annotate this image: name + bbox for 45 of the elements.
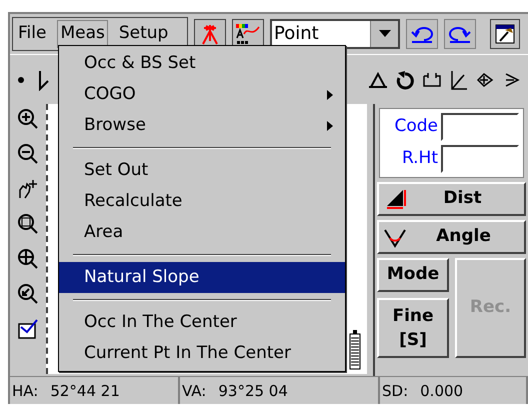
menu-item[interactable]: COGO [59,79,345,110]
slope-distance-icon [385,188,407,210]
pan-hand-icon[interactable] [17,178,40,200]
tools-icon[interactable] [490,19,520,49]
zoom-out-icon[interactable] [17,143,40,165]
redo-icon[interactable] [444,19,476,49]
menu-bar-item[interactable]: Setup [116,21,170,47]
status-value: 93°25 04 [218,380,288,402]
fine-button[interactable]: Fine [S] [377,298,449,358]
zoom-window-icon[interactable] [17,213,40,235]
line-icon[interactable] [38,68,50,90]
mode-select-value: Point [273,22,320,46]
zoom-previous-icon[interactable] [17,283,40,305]
mode-select[interactable]: Point [270,19,400,49]
zoom-in-icon[interactable] [17,108,40,130]
point-icon[interactable] [18,76,24,82]
angle-pen-icon[interactable] [450,68,468,90]
angle-button[interactable]: Angle [377,220,526,254]
status-label: VA: [182,380,206,402]
menu-item[interactable]: Browse [59,110,345,141]
menu-item[interactable]: Area [59,217,345,248]
field-label: R.Ht [400,147,438,170]
submenu-arrow-icon [327,120,333,130]
menu-item[interactable]: Natural Slope [59,262,345,293]
battery-icon [349,330,362,370]
mode-button[interactable]: Mode [377,258,449,292]
menu-item[interactable]: Recalculate [59,186,345,217]
menu-bar-item[interactable]: File [16,21,48,47]
status-value: 52°44 21 [50,380,120,402]
undo-icon[interactable] [406,19,438,49]
status-value: 0.000 [420,380,464,402]
rotate-icon[interactable] [396,70,414,90]
record-button: Rec. [455,258,526,358]
zoom-extents-icon[interactable] [17,248,40,270]
field-label: Code [393,115,438,138]
menu-item[interactable]: Current Pt In The Center [59,338,345,369]
status-label: HA: [12,380,38,402]
dist-button[interactable]: Dist [377,182,526,216]
menu-item[interactable]: Set Out [59,155,345,186]
menu-item[interactable]: Occ In The Center [59,307,345,338]
menu-item[interactable]: Occ & BS Set [59,48,345,79]
triangle-icon[interactable] [368,70,388,88]
rectangle-tool-icon[interactable] [422,72,442,88]
submenu-arrow-icon [327,90,333,100]
status-label: SD: [382,380,408,402]
